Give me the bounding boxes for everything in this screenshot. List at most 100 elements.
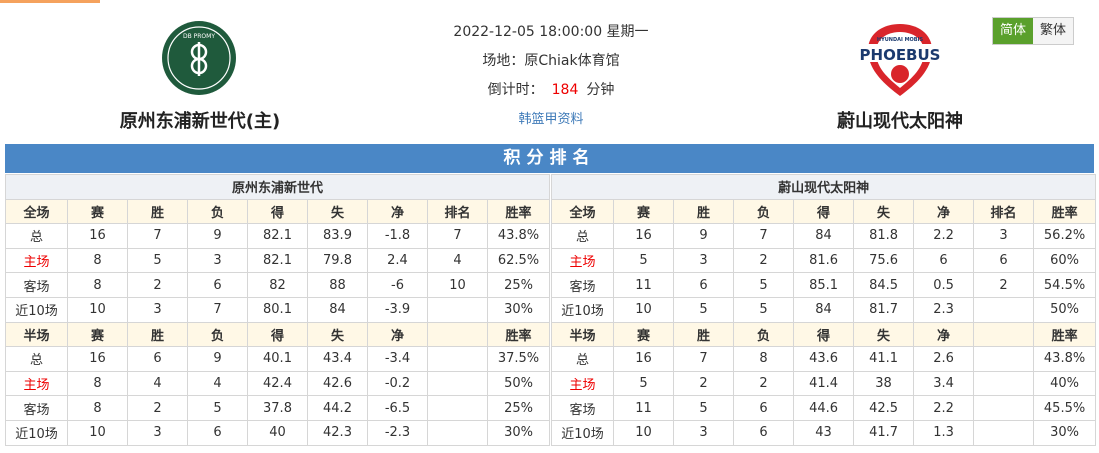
table-cell: 43.4 bbox=[307, 346, 368, 372]
table-cell: 3 bbox=[127, 419, 188, 446]
table-cell: 44.6 bbox=[793, 395, 855, 421]
table-cell: 42.3 bbox=[307, 419, 368, 446]
table-row: 总 16 9 7 84 81.8 2.2 3 56.2% bbox=[551, 223, 1097, 249]
table-cell: 30% bbox=[486, 419, 551, 446]
table-cell: 总 bbox=[551, 346, 615, 372]
away-team-logo[interactable]: HYUNDAI MOBIS PHOEBUS bbox=[860, 20, 940, 100]
table-cell: 主场 bbox=[5, 370, 68, 397]
match-datetime: 2022-12-05 18:00:00 星期一 bbox=[453, 24, 649, 40]
table-cell: -2.3 bbox=[367, 419, 428, 446]
table-cell: 5 bbox=[673, 296, 735, 323]
table-cell: 净 bbox=[913, 321, 975, 348]
table-cell: 56.2% bbox=[1033, 223, 1097, 249]
table-cell: 2.6 bbox=[913, 346, 975, 372]
table-row: 主场 8 4 4 42.4 42.6 -0.2 50% bbox=[5, 370, 551, 397]
home-team-logo[interactable]: DB PROMY bbox=[161, 20, 237, 96]
table-cell: 8 bbox=[733, 346, 795, 372]
table-cell: -6 bbox=[367, 272, 428, 298]
table-cell: 排名 bbox=[973, 198, 1035, 225]
home-team-name[interactable]: 原州东浦新世代(主) bbox=[80, 107, 320, 133]
table-cell: 9 bbox=[187, 223, 248, 249]
table-row: 总 16 7 8 43.6 41.1 2.6 43.8% bbox=[551, 346, 1097, 372]
table-cell: 16 bbox=[67, 346, 128, 372]
lang-simplified-button[interactable]: 简体 bbox=[993, 18, 1033, 44]
table-cell: 3 bbox=[187, 247, 248, 274]
table-cell: 全场 bbox=[551, 198, 615, 225]
table-row: 客场 8 2 5 37.8 44.2 -6.5 25% bbox=[5, 395, 551, 421]
table-cell: 50% bbox=[486, 370, 551, 397]
table-cell: 净 bbox=[367, 198, 428, 225]
table-cell: 胜率 bbox=[1033, 198, 1097, 225]
table-cell: 胜率 bbox=[486, 321, 551, 348]
table-cell: 赛 bbox=[67, 198, 128, 225]
table-cell: 42.6 bbox=[307, 370, 368, 397]
table-cell: 82 bbox=[247, 272, 308, 298]
table-cell: 4 bbox=[187, 370, 248, 397]
table-cell: 胜率 bbox=[486, 198, 551, 225]
table-cell: 赛 bbox=[613, 198, 675, 225]
table-cell: 1.3 bbox=[913, 419, 975, 446]
table-cell: -6.5 bbox=[367, 395, 428, 421]
table-cell: 5 bbox=[733, 272, 795, 298]
table-row: 近10场 10 5 5 84 81.7 2.3 50% bbox=[551, 296, 1097, 323]
table-cell: -3.9 bbox=[367, 296, 428, 323]
standings-tables: 原州东浦新世代 全场赛胜负得失净排名 胜率总 16 7 9 82.1 83.9 -1.8 7 43.… bbox=[4, 174, 1097, 446]
table-cell: 2 bbox=[673, 370, 735, 397]
table-column-header: 全场赛胜负得失净排名 胜率 bbox=[5, 198, 551, 225]
table-cell: 排名 bbox=[427, 198, 488, 225]
table-cell: 2.2 bbox=[913, 223, 975, 249]
table-cell bbox=[427, 321, 488, 348]
table-cell: 79.8 bbox=[307, 247, 368, 274]
table-cell: 50% bbox=[1033, 296, 1097, 323]
table-cell: 2 bbox=[733, 247, 795, 274]
table-cell: 30% bbox=[1033, 419, 1097, 446]
table-cell: 近10场 bbox=[551, 296, 615, 323]
table-cell: 3 bbox=[127, 296, 188, 323]
table-cell: 6 bbox=[187, 419, 248, 446]
table-cell: 80.1 bbox=[247, 296, 308, 323]
table-cell: 42.4 bbox=[247, 370, 308, 397]
away-team-name[interactable]: 蔚山现代太阳神 bbox=[780, 107, 1020, 133]
table-cell bbox=[427, 370, 488, 397]
table-cell: 得 bbox=[247, 198, 308, 225]
table-row: 客场 8 2 6 82 88 -6 10 25% bbox=[5, 272, 551, 298]
table-cell: 客场 bbox=[5, 272, 68, 298]
table-cell: 40.1 bbox=[247, 346, 308, 372]
table-cell: 6 bbox=[187, 272, 248, 298]
table-column-header: 半场赛胜负得失净 胜率 bbox=[5, 321, 551, 348]
table-cell: 54.5% bbox=[1033, 272, 1097, 298]
table-cell: 2.2 bbox=[913, 395, 975, 421]
table-cell: 负 bbox=[733, 198, 795, 225]
away-standings-table: 蔚山现代太阳神 全场赛胜负得失净排名 胜率总 16 9 7 84 81.8 2.2 3 56.2% 主… bbox=[551, 174, 1097, 446]
table-cell: 胜 bbox=[127, 198, 188, 225]
table-row: 近10场 10 3 6 43 41.7 1.3 30% bbox=[551, 419, 1097, 446]
table-cell: 客场 bbox=[5, 395, 68, 421]
table-cell: 8 bbox=[67, 395, 128, 421]
table-row: 客场 11 5 6 44.6 42.5 2.2 45.5% bbox=[551, 395, 1097, 421]
table-cell: 10 bbox=[67, 419, 128, 446]
table-cell: 38 bbox=[853, 370, 915, 397]
lang-traditional-button[interactable]: 繁体 bbox=[1033, 18, 1073, 44]
table-cell: 5 bbox=[613, 370, 675, 397]
table-cell: 10 bbox=[427, 272, 488, 298]
table-cell: 近10场 bbox=[5, 296, 68, 323]
table-row: 客场 11 6 5 85.1 84.5 0.5 2 54.5% bbox=[551, 272, 1097, 298]
table-cell: 4 bbox=[127, 370, 188, 397]
table-cell: 总 bbox=[551, 223, 615, 249]
table-team-header: 原州东浦新世代 bbox=[4, 174, 551, 200]
table-cell: 10 bbox=[67, 296, 128, 323]
table-cell: 净 bbox=[913, 198, 975, 225]
table-cell: 胜 bbox=[127, 321, 188, 348]
table-cell: 84 bbox=[793, 296, 855, 323]
table-cell: 3 bbox=[973, 223, 1035, 249]
table-cell: 赛 bbox=[613, 321, 675, 348]
table-cell bbox=[427, 346, 488, 372]
match-venue: 场地：原Chiak体育馆 bbox=[482, 53, 620, 69]
table-cell: 41.7 bbox=[853, 419, 915, 446]
table-cell: 9 bbox=[187, 346, 248, 372]
table-row: 主场 5 3 2 81.6 75.6 6 6 60% bbox=[551, 247, 1097, 274]
table-cell: 2 bbox=[127, 395, 188, 421]
table-cell: 84.5 bbox=[853, 272, 915, 298]
table-cell: 84 bbox=[793, 223, 855, 249]
league-info-link[interactable]: 韩篮甲资料 bbox=[400, 105, 702, 134]
